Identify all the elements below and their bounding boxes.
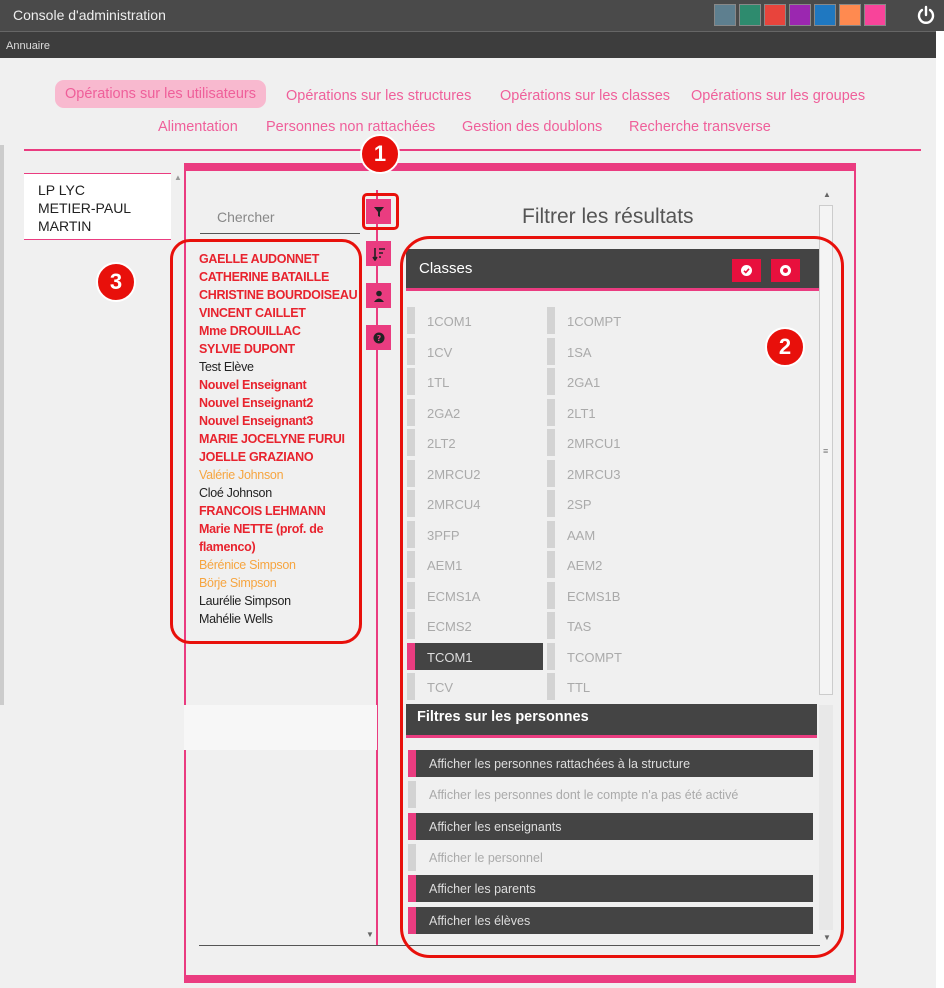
structure-line: METIER-PAUL (38, 200, 132, 216)
theme-swatch[interactable] (814, 4, 836, 26)
filter-scroll-up-icon[interactable]: ▲ (823, 190, 831, 199)
structure-item[interactable]: LP LYC METIER-PAUL MARTIN (24, 173, 171, 240)
structure-line: MARTIN (38, 218, 92, 234)
sort-button[interactable] (366, 241, 391, 266)
structure-scrollbar[interactable]: ▲ (172, 173, 184, 240)
tab-operations-classes[interactable]: Opérations sur les classes (500, 88, 670, 104)
tab-operations-utilisateurs[interactable]: Opérations sur les utilisateurs (55, 80, 266, 108)
right-edge (936, 31, 944, 988)
top-bar: Console d'administration (0, 0, 944, 31)
nav-divider (24, 149, 921, 151)
panel-bottom-border (184, 975, 856, 983)
annotation-badge-1: 1 (360, 134, 400, 174)
tab-gestion-doublons[interactable]: Gestion des doublons (462, 119, 602, 135)
theme-swatch[interactable] (864, 4, 886, 26)
tab-personnes-non-rattachees[interactable]: Personnes non rattachées (266, 119, 435, 135)
tab-alimentation[interactable]: Alimentation (158, 119, 238, 135)
theme-swatch[interactable] (739, 4, 761, 26)
theme-swatch[interactable] (839, 4, 861, 26)
annotation-ring-3 (170, 239, 362, 644)
left-strip (0, 145, 4, 705)
blurred-area (184, 705, 377, 750)
tab-operations-groupes[interactable]: Opérations sur les groupes (691, 88, 865, 104)
help-button[interactable]: ? (366, 325, 391, 350)
app-title: Console d'administration (13, 7, 166, 23)
annotation-badge-2: 2 (765, 327, 805, 367)
help-icon: ? (373, 332, 384, 343)
tab-operations-structures[interactable]: Opérations sur les structures (286, 88, 471, 104)
svg-text:?: ? (376, 334, 381, 343)
panel-top-border (184, 163, 856, 171)
theme-swatch[interactable] (764, 4, 786, 26)
power-icon[interactable] (916, 5, 936, 25)
annotation-ring-1 (362, 193, 399, 230)
structure-line: LP LYC (38, 182, 85, 198)
user-filter-button[interactable] (366, 283, 391, 308)
theme-swatch[interactable] (789, 4, 811, 26)
sub-nav-bar: Annuaire (0, 31, 936, 58)
list-scroll-down-icon[interactable]: ▼ (366, 930, 374, 939)
user-icon (373, 290, 384, 302)
theme-swatches (714, 4, 886, 26)
annotation-badge-3: 3 (96, 262, 136, 302)
annuaire-link[interactable]: Annuaire (6, 40, 50, 52)
filter-title: Filtrer les résultats (522, 205, 694, 228)
search-input[interactable]: Chercher (200, 201, 360, 234)
tab-recherche-transverse[interactable]: Recherche transverse (629, 119, 771, 135)
sort-icon (371, 247, 385, 261)
theme-swatch[interactable] (714, 4, 736, 26)
